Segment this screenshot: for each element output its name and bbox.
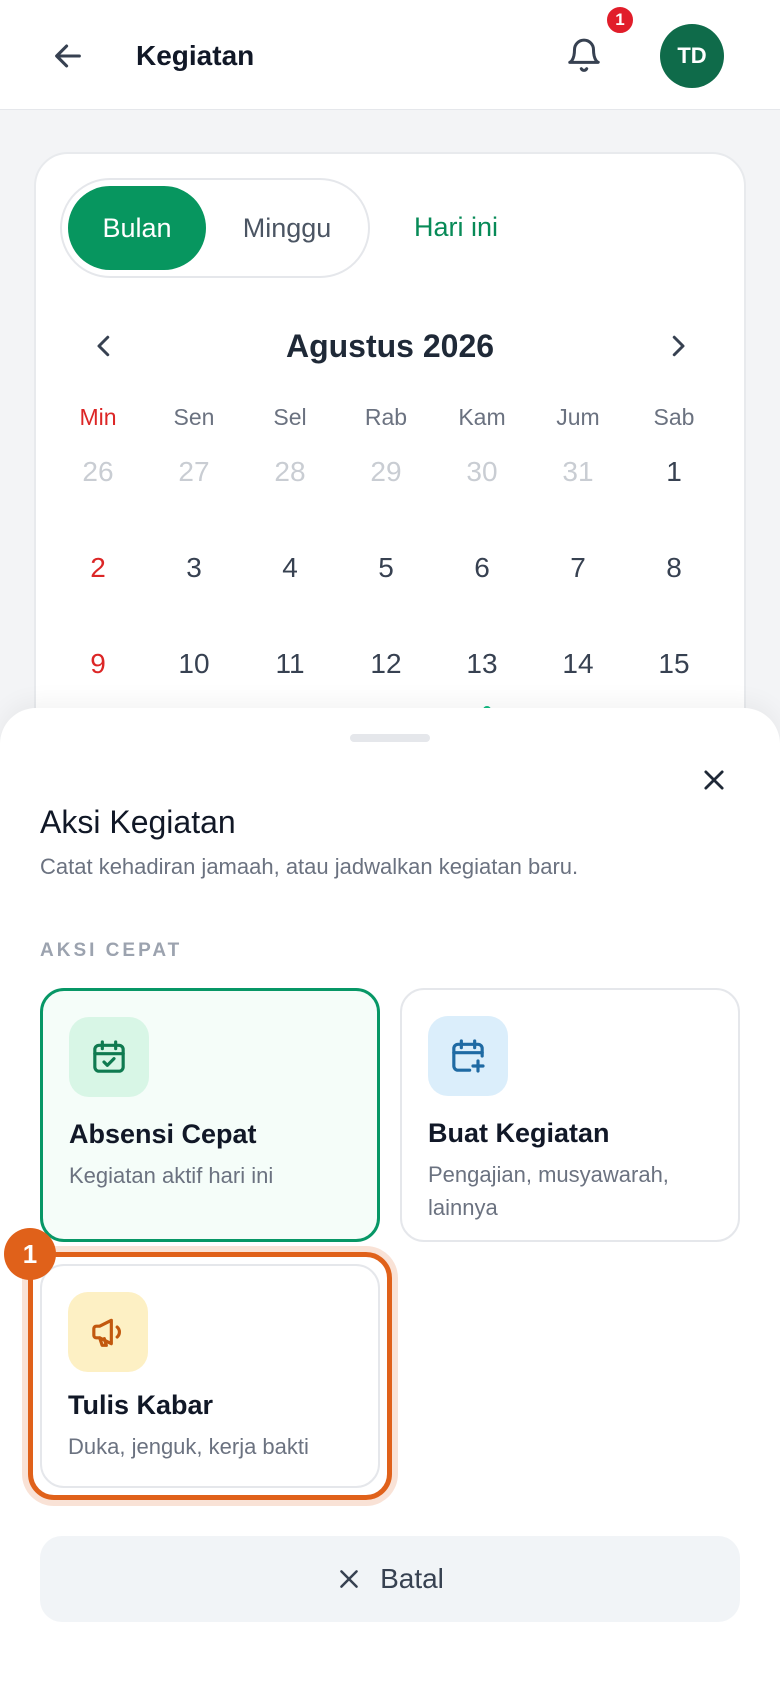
page-title: Kegiatan [136,40,255,71]
weekday-label: Min [79,404,117,430]
calendar-day[interactable]: 3 [146,552,242,584]
action-description: Pengajian, musyawarah, lainnya [428,1162,669,1220]
weekday-label: Kam [458,404,506,430]
calendar-week: 9 10 11 12 13 14 15 [50,648,722,680]
notifications-button[interactable] [560,32,608,80]
action-title: Absensi Cepat [69,1119,257,1149]
calendar-day[interactable]: 5 [338,552,434,584]
quick-attendance-card[interactable]: Absensi Cepat Kegiatan aktif hari ini [40,988,380,1242]
action-description: Kegiatan aktif hari ini [69,1163,274,1188]
weekday-label: Sen [173,404,215,430]
calendar-day[interactable]: 1 [626,456,722,488]
sheet-drag-handle[interactable] [350,734,430,742]
bell-icon [568,38,600,72]
weekday-label: Rab [364,404,408,430]
weekday-header: Min Sen Sel Rab Kam Jum Sab [50,404,722,431]
calendar-day[interactable]: 14 [530,648,626,680]
calendar-day[interactable]: 9 [50,648,146,680]
calendar-plus-icon [428,1016,508,1096]
calendar-day[interactable]: 4 [242,552,338,584]
next-month-button[interactable] [658,326,698,366]
arrow-left-icon [55,44,81,68]
calendar-day[interactable]: 26 [50,456,146,488]
calendar-day[interactable]: 30 [434,456,530,488]
avatar[interactable]: TD [660,24,724,88]
toggle-week[interactable]: Minggu [212,186,362,270]
close-icon [340,1570,358,1588]
calendar-day[interactable]: 2 [50,552,146,584]
tutorial-step-badge: 1 [4,1228,56,1280]
today-button[interactable]: Hari ini [414,212,498,243]
weekday-label: Jum [556,404,600,430]
chevron-right-icon [672,335,685,357]
cancel-label: Batal [380,1563,444,1594]
action-description: Duka, jenguk, kerja bakti [68,1434,309,1459]
calendar-day[interactable]: 12 [338,648,434,680]
calendar-day[interactable]: 27 [146,456,242,488]
calendar-day[interactable]: 8 [626,552,722,584]
calendar-day[interactable]: 15 [626,648,722,680]
close-icon [704,770,724,790]
close-sheet-button[interactable] [692,758,736,802]
calendar-card: Bulan Minggu Hari ini Agustus 2026 Min S… [34,152,746,772]
calendar-day[interactable]: 28 [242,456,338,488]
view-toggle: Bulan Minggu [60,178,370,278]
toggle-month[interactable]: Bulan [68,186,206,270]
cancel-button[interactable]: Batal [40,1536,740,1622]
action-bottom-sheet: Aksi Kegiatan Catat kehadiran jamaah, at… [0,708,780,1688]
calendar-day[interactable]: 11 [242,648,338,680]
calendar-day[interactable]: 10 [146,648,242,680]
sheet-title: Aksi Kegiatan [40,804,236,840]
section-label: AKSI CEPAT [40,940,183,961]
calendar-day[interactable]: 13 [434,648,530,680]
app-header: Kegiatan 1 TD [0,0,780,110]
back-button[interactable] [46,34,90,78]
calendar-day[interactable]: 6 [434,552,530,584]
sheet-subtitle: Catat kehadiran jamaah, atau jadwalkan k… [40,854,579,879]
month-label: Agustus 2026 [285,328,495,364]
calendar-day[interactable]: 7 [530,552,626,584]
calendar-day[interactable]: 29 [338,456,434,488]
write-news-card[interactable]: Tulis Kabar Duka, jenguk, kerja bakti [40,1264,380,1488]
notification-badge: 1 [604,4,636,36]
weekday-label: Sab [653,404,695,430]
calendar-week: 26 27 28 29 30 31 1 [50,456,722,488]
megaphone-icon [68,1292,148,1372]
action-title: Buat Kegiatan [428,1118,610,1148]
create-activity-card[interactable]: Buat Kegiatan Pengajian, musyawarah, lai… [400,988,740,1242]
calendar-week: 2 3 4 5 6 7 8 [50,552,722,584]
weekday-label: Sel [273,404,307,430]
calendar-day[interactable]: 31 [530,456,626,488]
calendar-check-icon [69,1017,149,1097]
action-title: Tulis Kabar [68,1390,214,1420]
